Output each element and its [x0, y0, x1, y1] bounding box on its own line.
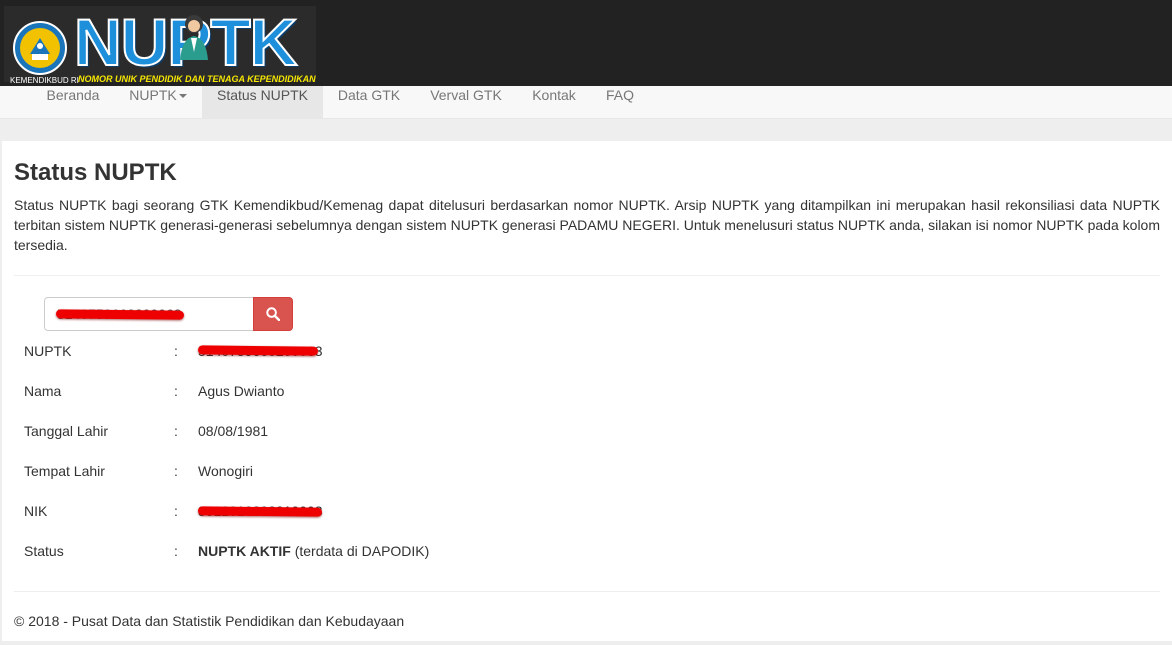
info-colon: :: [174, 503, 178, 519]
info-row-tanggal-lahir: Tanggal Lahir : 08/08/1981: [24, 421, 724, 441]
info-label: Status: [24, 543, 64, 559]
info-colon: :: [174, 543, 178, 559]
main-panel: Status NUPTK Status NUPTK bagi seorang G…: [2, 141, 1172, 641]
divider: [14, 591, 1160, 592]
status-badge: NUPTK AKTIF: [198, 543, 291, 559]
kemendikbud-emblem-icon: [13, 21, 67, 75]
nav-faq[interactable]: FAQ: [591, 86, 649, 119]
nav-verval-gtk[interactable]: Verval GTK: [415, 86, 517, 119]
search-icon: [266, 307, 280, 321]
nav-label: Data GTK: [337, 87, 401, 103]
info-row-nama: Nama : Agus Dwianto: [24, 381, 724, 401]
info-colon: :: [174, 423, 178, 439]
search-button[interactable]: [253, 297, 293, 331]
nav-label: Kontak: [532, 87, 576, 103]
redaction-mark: [55, 309, 185, 320]
redaction-mark: [197, 345, 319, 356]
info-colon: :: [174, 343, 178, 359]
info-label: Tanggal Lahir: [24, 423, 109, 439]
nav-label: FAQ: [605, 87, 634, 103]
nav-label: Beranda: [46, 87, 100, 103]
info-value: Wonogiri: [198, 463, 253, 479]
info-colon: :: [174, 383, 178, 399]
redaction-mark: [197, 506, 323, 517]
nav-beranda[interactable]: Beranda: [32, 86, 114, 119]
nuptk-logo[interactable]: KEMENDIKBUD RI NUPTK NOMOR UNIK PENDIDIK…: [4, 6, 316, 85]
page-description: Status NUPTK bagi seorang GTK Kemendikbu…: [14, 197, 1160, 253]
info-label: NIK: [24, 503, 48, 519]
info-row-nuptk: NUPTK : 5140759660200063: [24, 341, 724, 361]
header-bar: KEMENDIKBUD RI NUPTK NOMOR UNIK PENDIDIK…: [0, 0, 1172, 86]
nav-nuptk-dropdown[interactable]: NUPTK: [114, 86, 202, 119]
status-value: NUPTK AKTIF (terdata di DAPODIK): [198, 541, 429, 561]
info-value: 08/08/1981: [198, 423, 269, 439]
nav-kontak[interactable]: Kontak: [517, 86, 591, 119]
nav-label: Verval GTK: [430, 87, 502, 103]
nav-label: Status NUPTK: [216, 87, 309, 103]
info-label: NUPTK: [24, 343, 72, 359]
info-colon: :: [174, 463, 178, 479]
info-row-nik: NIK : 3312010808810003: [24, 501, 724, 521]
info-label: Nama: [24, 383, 62, 399]
info-row-tempat-lahir: Tempat Lahir : Wonogiri: [24, 461, 724, 481]
info-row-status: Status : NUPTK AKTIF (terdata di DAPODIK…: [24, 541, 724, 561]
footer-copyright: © 2018 - Pusat Data dan Statistik Pendid…: [14, 613, 405, 629]
status-note: (terdata di DAPODIK): [290, 543, 430, 559]
emblem-caption: KEMENDIKBUD RI: [10, 76, 79, 85]
nav-status-nuptk[interactable]: Status NUPTK: [202, 86, 323, 119]
nav-data-gtk[interactable]: Data GTK: [323, 86, 415, 119]
logo-tagline: NOMOR UNIK PENDIDIK DAN TENAGA KEPENDIDI…: [78, 74, 316, 84]
info-label: Tempat Lahir: [24, 463, 105, 479]
nav-label: NUPTK: [129, 87, 177, 103]
page-title: Status NUPTK: [14, 159, 177, 186]
navbar: Beranda NUPTK Status NUPTK Data GTK Verv…: [0, 86, 1172, 119]
teacher-icon: [180, 15, 208, 60]
info-value: Agus Dwianto: [198, 383, 285, 399]
caret-down-icon: [178, 94, 187, 99]
divider: [14, 275, 1160, 276]
